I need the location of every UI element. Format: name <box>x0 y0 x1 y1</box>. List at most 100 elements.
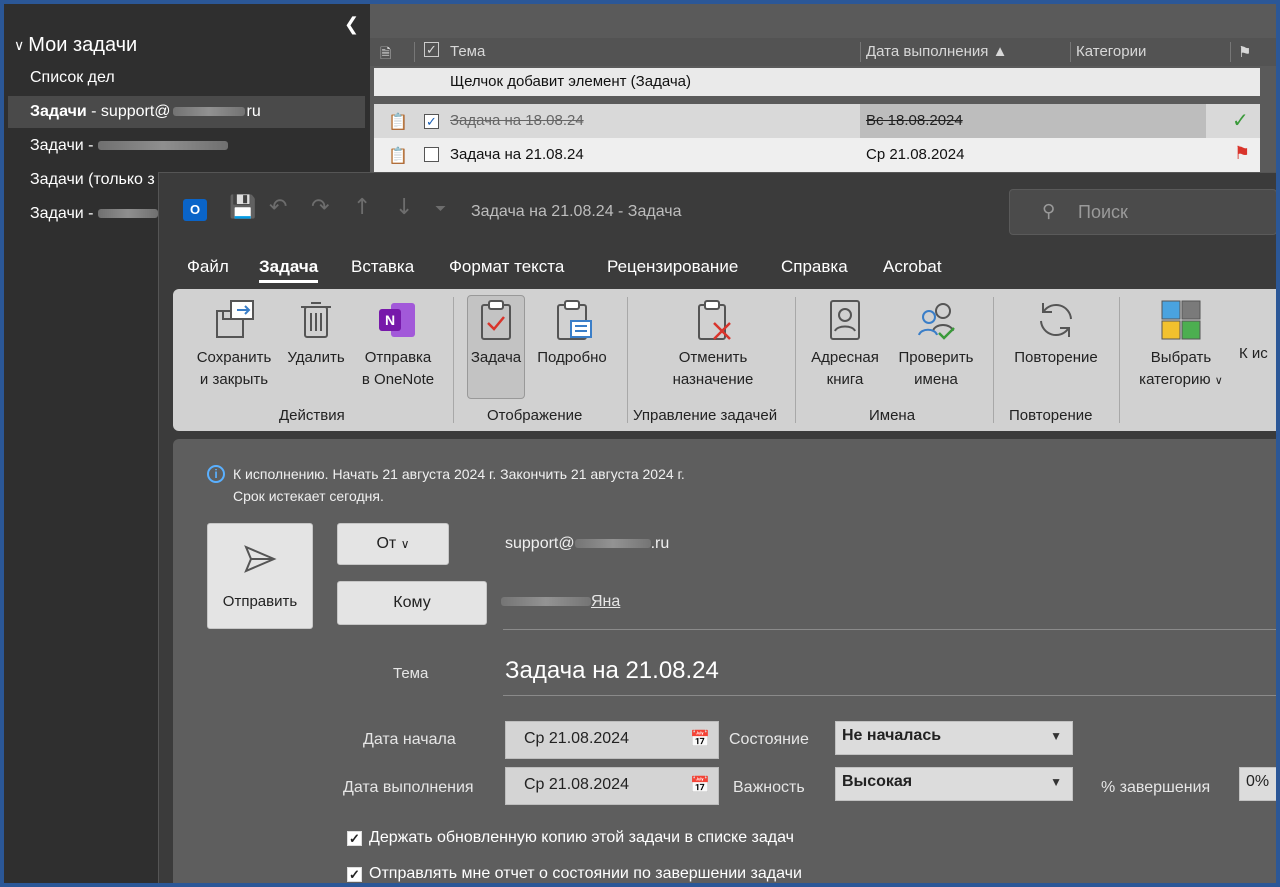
table-row[interactable]: 📋 Задача на 21.08.24 Ср 21.08.2024 ⚑ <box>374 138 1260 172</box>
percent-complete-field[interactable]: 0% <box>1239 767 1276 801</box>
tab-acrobat[interactable]: Acrobat <box>883 257 942 277</box>
save-icon[interactable]: 💾 <box>229 195 256 220</box>
complete-column-checkbox[interactable]: ✓ <box>424 42 439 57</box>
subject-label: Тема <box>393 665 429 682</box>
followup-button[interactable]: К ис <box>1239 343 1276 365</box>
address-book-button[interactable]: Адресная книга <box>803 297 887 391</box>
tab-task[interactable]: Задача <box>259 257 319 283</box>
chevron-down-icon: ∨ <box>400 537 410 551</box>
clipboard-check-icon <box>481 300 511 340</box>
delete-button[interactable]: Удалить <box>281 297 351 369</box>
send-report-label: Отправлять мне отчет о состоянии по заве… <box>369 865 802 882</box>
redo-icon[interactable]: ↷ <box>311 195 329 220</box>
info-bar: К исполнению. Начать 21 августа 2024 г. … <box>233 466 685 504</box>
details-view-button[interactable]: Подробно <box>529 297 615 369</box>
task-window: O 💾 ↶ ↷ ↑ ↓ ⏷ Задача на 21.08.24 - Задач… <box>158 172 1276 883</box>
complete-checkbox[interactable] <box>424 147 439 162</box>
table-row[interactable]: 📋 ✓ Задача на 18.08.24 Вс 18.08.2024 ✓ <box>374 104 1260 138</box>
column-due-date[interactable]: Дата выполнения ▲ <box>866 43 1007 60</box>
chevron-down-icon: ∨ <box>14 37 25 53</box>
dropdown-arrow-icon: ▼ <box>1050 775 1062 789</box>
ribbon: Сохранить и закрыть Удалить N Отправка в O… <box>173 289 1276 431</box>
recurrence-button[interactable]: Повторение <box>1003 297 1109 369</box>
search-input[interactable]: ⚲ Поиск <box>1009 189 1276 235</box>
ribbon-tabs: Файл Задача Вставка Формат текста Реценз… <box>159 249 1276 283</box>
collapse-pane-icon[interactable]: ❮ <box>344 14 359 35</box>
tab-insert[interactable]: Вставка <box>351 257 414 277</box>
undo-icon[interactable]: ↶ <box>269 195 287 220</box>
keep-copy-checkbox[interactable]: ✓ <box>347 831 362 846</box>
task-icon: 📋 <box>388 148 408 165</box>
status-label: Состояние <box>729 731 809 748</box>
to-field[interactable]: Яна <box>501 593 620 611</box>
tab-help[interactable]: Справка <box>781 257 848 277</box>
send-button[interactable]: Отправить <box>207 523 313 629</box>
save-close-button[interactable]: Сохранить и закрыть <box>189 297 279 391</box>
send-icon <box>244 545 277 573</box>
sort-ascending-icon: ▲ <box>992 43 1008 60</box>
redacted-text <box>574 539 651 549</box>
flag-column-icon[interactable]: ⚑ <box>1238 43 1251 61</box>
task-view-button[interactable]: Задача <box>467 297 525 369</box>
customize-toolbar-icon[interactable]: ⏷ <box>435 201 446 217</box>
save-close-icon <box>216 300 254 338</box>
cancel-assignment-icon <box>698 300 731 340</box>
redacted-text <box>97 141 228 151</box>
from-button[interactable]: От ∨ <box>337 523 449 565</box>
add-task-row[interactable]: Щелчок добавит элемент (Задача) <box>374 68 1260 96</box>
onenote-icon: N <box>379 303 415 337</box>
categorize-icon <box>1161 300 1201 340</box>
send-to-onenote-button[interactable]: N Отправка в OneNote <box>355 297 441 391</box>
send-report-checkbox[interactable]: ✓ <box>347 867 362 882</box>
categorize-button[interactable]: Выбрать категорию ∨ <box>1129 297 1233 392</box>
group-actions-label: Действия <box>279 407 345 424</box>
up-arrow-icon[interactable]: ↑ <box>353 195 371 220</box>
title-bar: O 💾 ↶ ↷ ↑ ↓ ⏷ Задача на 21.08.24 - Задач… <box>159 173 1276 239</box>
percent-complete-label: % завершения <box>1101 779 1211 796</box>
redacted-text <box>172 107 245 117</box>
group-recurrence-label: Повторение <box>1009 407 1093 424</box>
task-list-header: 🗎 ✓ Тема Дата выполнения ▲ Категории ⚑ <box>370 38 1276 66</box>
task-due-date: Вс 18.08.2024 <box>866 112 963 129</box>
sidebar-item-tasks-2[interactable]: Задачи - <box>8 130 365 162</box>
status-select[interactable]: Не началась ▼ <box>835 721 1073 755</box>
complete-checkbox[interactable]: ✓ <box>424 114 439 129</box>
start-date-label: Дата начала <box>363 731 456 748</box>
tab-review[interactable]: Рецензирование <box>607 257 738 277</box>
subject-input[interactable]: Задача на 21.08.24 <box>505 657 719 685</box>
screen-frame: ❮ ∨ Мои задачи Список дел Задачи - suppo… <box>4 4 1276 883</box>
due-date-label: Дата выполнения <box>343 779 474 796</box>
due-date-field[interactable]: Ср 21.08.2024 📅 <box>505 767 719 805</box>
my-tasks-header[interactable]: ∨ Мои задачи <box>14 34 137 57</box>
search-icon: ⚲ <box>1042 201 1056 222</box>
check-names-button[interactable]: Проверить имена <box>889 297 983 391</box>
checkmark-icon[interactable]: ✓ <box>1232 108 1249 133</box>
column-subject[interactable]: Тема <box>450 43 485 60</box>
priority-select[interactable]: Высокая ▼ <box>835 767 1073 801</box>
redacted-text <box>97 209 158 219</box>
calendar-icon[interactable]: 📅 <box>690 768 710 802</box>
keep-copy-label: Держать обновленную копию этой задачи в … <box>369 829 794 846</box>
red-flag-icon[interactable]: ⚑ <box>1234 143 1250 164</box>
clipboard-details-icon <box>557 300 592 340</box>
window-title: Задача на 21.08.24 - Задача <box>471 203 682 220</box>
to-button[interactable]: Кому <box>337 581 487 625</box>
document-icon[interactable]: 🗎 <box>380 43 391 67</box>
task-icon: 📋 <box>388 114 408 131</box>
down-arrow-icon[interactable]: ↓ <box>395 195 413 220</box>
chevron-down-icon: ∨ <box>1214 375 1223 387</box>
group-manage-label: Управление задачей <box>633 407 778 424</box>
outlook-logo-icon: O <box>183 199 207 221</box>
column-categories[interactable]: Категории <box>1076 43 1146 60</box>
priority-label: Важность <box>733 779 805 796</box>
calendar-icon[interactable]: 📅 <box>690 722 710 756</box>
task-due-date: Ср 21.08.2024 <box>866 146 965 163</box>
info-icon: i <box>207 465 225 483</box>
start-date-field[interactable]: Ср 21.08.2024 📅 <box>505 721 719 759</box>
sidebar-item-todo[interactable]: Список дел <box>8 62 365 94</box>
tab-file[interactable]: Файл <box>187 257 229 277</box>
tab-format-text[interactable]: Формат текста <box>449 257 564 277</box>
sidebar-item-tasks-support[interactable]: Задачи - support@ ru <box>8 96 365 128</box>
task-subject: Задача на 21.08.24 <box>450 146 584 163</box>
cancel-assignment-button[interactable]: Отменить назначение <box>653 297 773 391</box>
